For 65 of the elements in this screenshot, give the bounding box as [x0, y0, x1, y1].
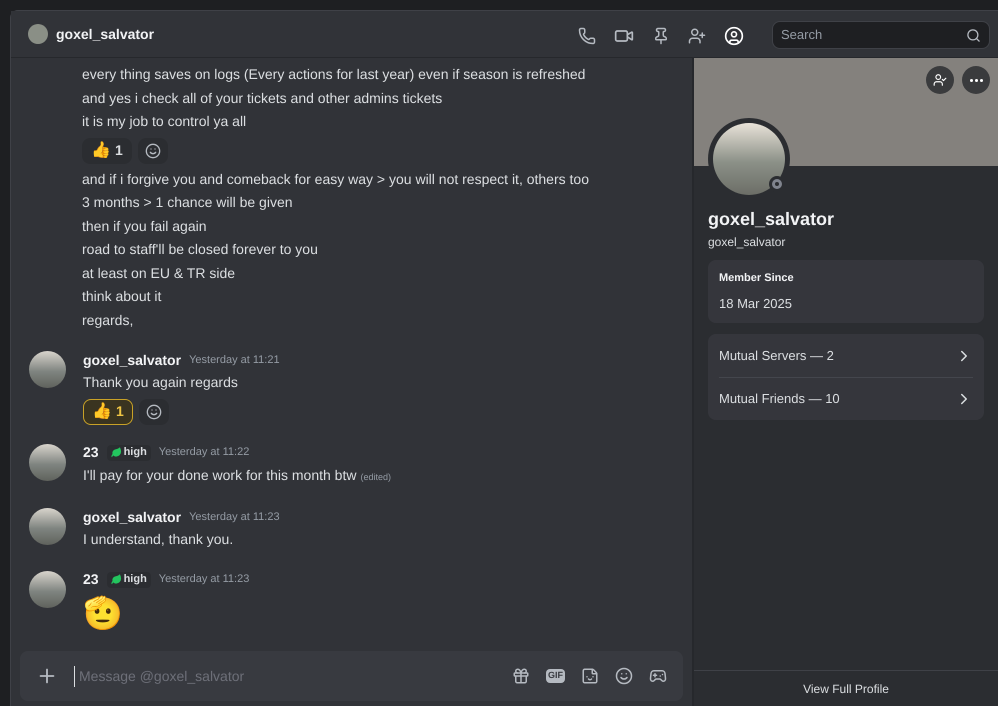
emoji-message: 🫡	[83, 594, 123, 632]
reaction-emoji: 👍	[92, 404, 112, 420]
member-since-date: 18 Mar 2025	[719, 294, 793, 312]
photo-placeholder	[29, 570, 66, 608]
add-reaction-button[interactable]	[138, 138, 168, 164]
phone-call-icon[interactable]	[578, 26, 596, 44]
message-text: at least on EU & TR side	[82, 264, 236, 282]
friend-status-button[interactable]	[926, 66, 954, 94]
photo-placeholder	[713, 123, 785, 195]
message-text: regards,	[82, 310, 134, 330]
timestamp: Yesterday at 11:22	[158, 445, 250, 460]
edited-label: (edited)	[360, 470, 391, 484]
message-text: every thing saves on logs (Every actions for last year) even if season is refreshed	[82, 65, 586, 84]
message-text: I'll pay for your done work for this month btw	[83, 466, 356, 485]
message-text: think about it	[82, 287, 162, 306]
profile-username: goxel_salvator	[708, 234, 786, 251]
tag-badge: high	[106, 572, 151, 588]
author-name[interactable]: 23	[83, 569, 99, 590]
message-text: I understand, thank you.	[83, 530, 234, 549]
search-field[interactable]: Search	[772, 21, 990, 49]
more-button[interactable]	[962, 66, 990, 94]
timestamp: Yesterday at 11:23	[189, 510, 280, 525]
user-profile-icon[interactable]	[724, 26, 744, 46]
user-check-icon	[933, 73, 947, 87]
add-user-icon[interactable]	[688, 26, 706, 44]
channel-title: goxel_salvator	[56, 24, 154, 44]
gift-icon[interactable]	[512, 667, 530, 685]
reaction-emoji: 👍	[91, 142, 111, 158]
mutuals-link[interactable]: Mutual Servers — 2	[719, 346, 834, 366]
message-text: and if i forgive you and comeback for easy way > you will not respect it, others too	[82, 170, 589, 189]
photo-placeholder	[29, 444, 66, 480]
message-text: road to staff'll be closed forever to you	[82, 240, 318, 259]
add-reaction-button[interactable]	[138, 398, 169, 424]
message-text: and yes i check all of your tickets and other admins tickets	[82, 88, 442, 108]
sticker-icon[interactable]	[581, 667, 599, 685]
gamepad-icon[interactable]	[649, 667, 667, 685]
reaction-button[interactable]: 👍 1	[82, 138, 132, 164]
message-text: it is my job to control ya all	[82, 112, 246, 131]
section-label: Member Since	[719, 271, 795, 286]
message-text: 3 months > 1 chance will be given	[82, 193, 293, 212]
search-icon	[966, 28, 981, 42]
timestamp: Yesterday at 11:21	[189, 352, 280, 368]
message-text: Thank you again regards	[83, 373, 238, 392]
message-text: then if you fail again	[82, 216, 207, 236]
pin-icon[interactable]	[652, 26, 670, 44]
smiley-icon	[146, 404, 162, 420]
leaf-icon	[110, 574, 122, 585]
tag-badge: high	[106, 444, 151, 460]
smiley-icon	[144, 142, 161, 158]
photo-placeholder	[29, 351, 66, 388]
photo-placeholder	[28, 24, 48, 44]
mutuals-link[interactable]: Mutual Friends — 10	[719, 389, 840, 409]
reaction-button[interactable]: 👍 1	[83, 398, 133, 424]
photo-placeholder	[29, 508, 66, 545]
profile-display-name: goxel_salvator	[708, 208, 836, 231]
author-name[interactable]: 23	[83, 442, 99, 463]
timestamp: Yesterday at 11:23	[158, 572, 250, 588]
author-name[interactable]: goxel_salvator	[83, 506, 182, 528]
more-icon	[970, 78, 982, 82]
author-name[interactable]: goxel_salvator	[83, 350, 182, 370]
view-full-profile-button[interactable]: View Full Profile	[803, 680, 889, 698]
emoji-icon[interactable]	[615, 667, 633, 685]
message-input-field[interactable]: Message @goxel_salvator GIF	[20, 651, 683, 701]
leaf-icon	[110, 447, 122, 458]
gif-button[interactable]: GIF	[546, 669, 565, 683]
